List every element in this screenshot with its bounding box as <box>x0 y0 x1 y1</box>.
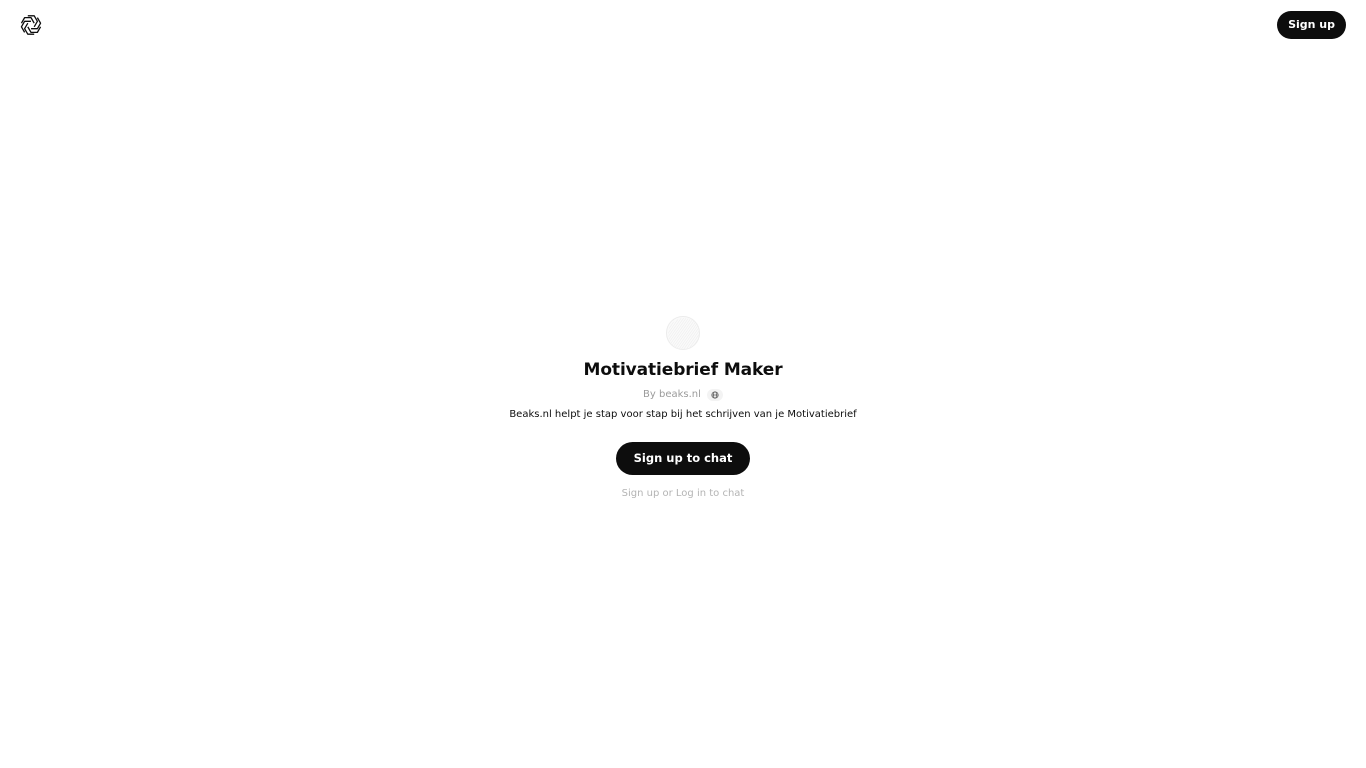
gpt-intro: Motivatiebrief Maker By beaks.nl Beaks.n… <box>0 316 1366 501</box>
globe-icon[interactable] <box>706 389 723 401</box>
gpt-description: Beaks.nl helpt je stap voor stap bij het… <box>509 409 857 420</box>
gpt-author: By beaks.nl <box>643 389 701 400</box>
login-hint[interactable]: Sign up or Log in to chat <box>622 487 745 501</box>
openai-logo-icon[interactable] <box>19 13 43 37</box>
gpt-author-row: By beaks.nl <box>643 388 723 402</box>
signup-to-chat-button[interactable]: Sign up to chat <box>615 442 751 475</box>
gpt-title: Motivatiebrief Maker <box>583 360 783 380</box>
page: Sign up Motivatiebrief Maker By beaks.nl <box>0 0 1366 768</box>
gpt-avatar-icon <box>666 316 700 350</box>
signup-button[interactable]: Sign up <box>1277 11 1346 39</box>
